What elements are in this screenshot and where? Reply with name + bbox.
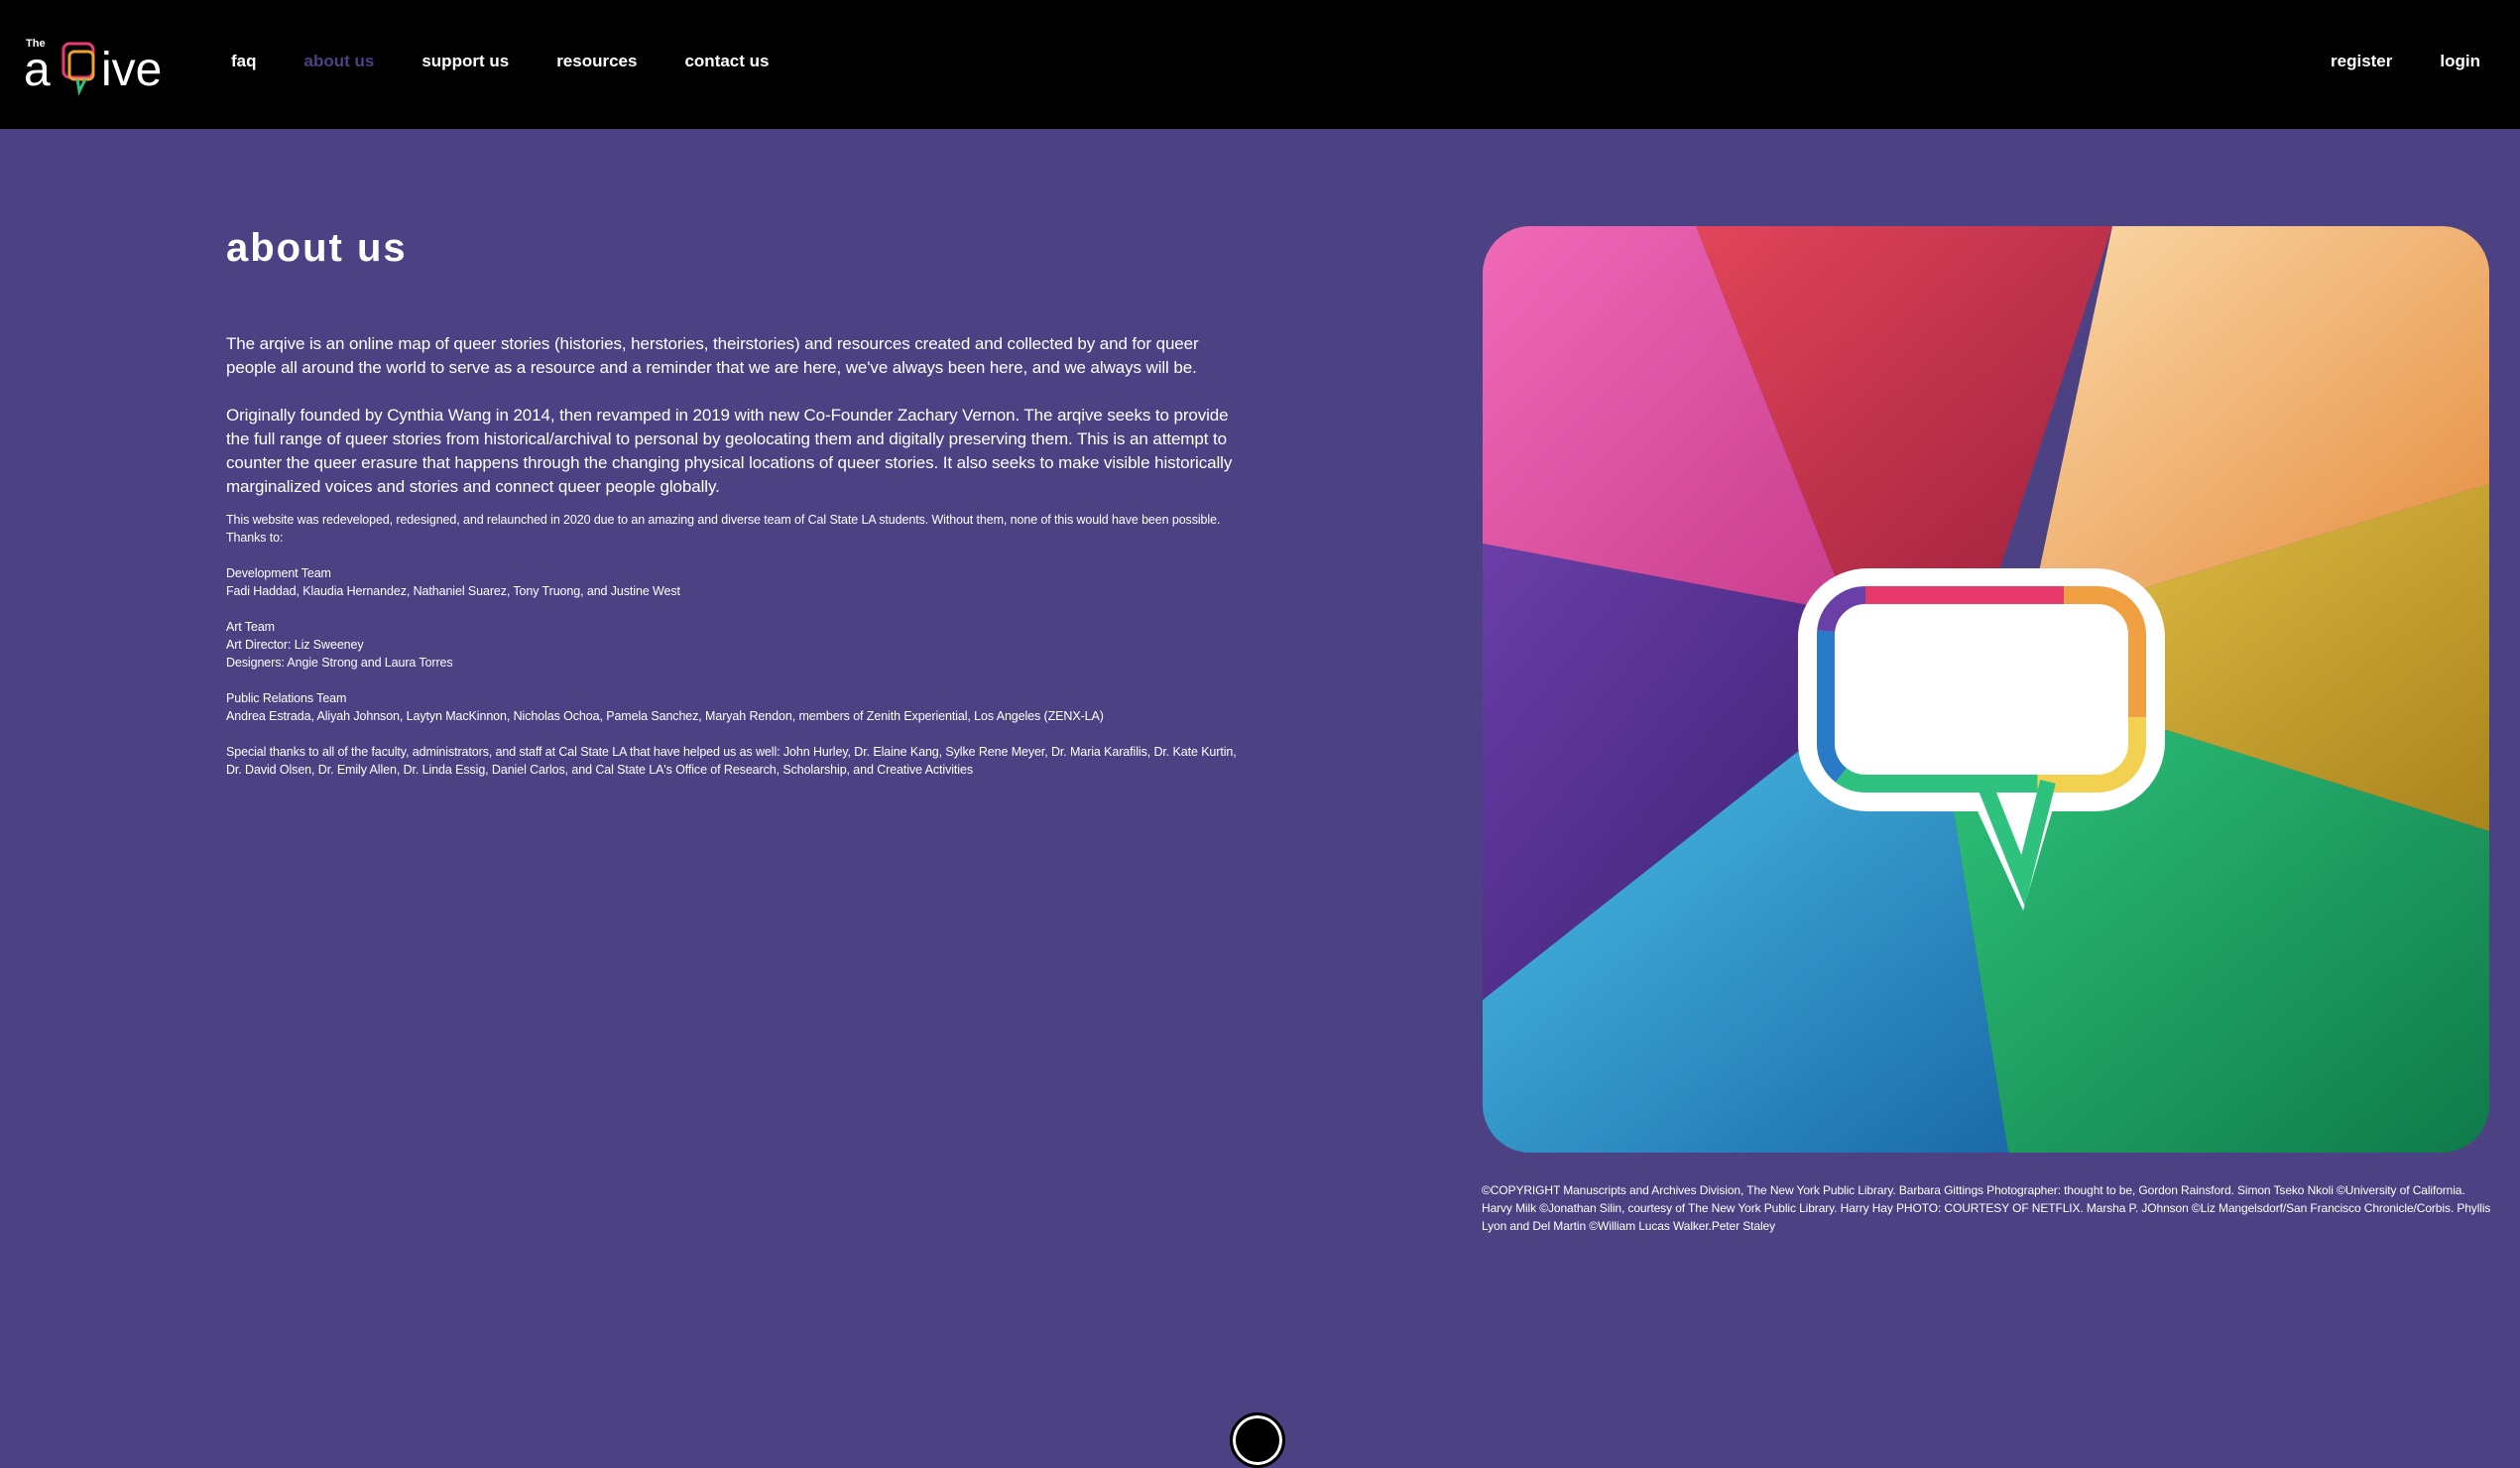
svg-text:a: a — [24, 44, 51, 96]
art-team-title: Art Team — [226, 620, 275, 634]
nav-contact-us[interactable]: contact us — [684, 52, 769, 71]
nav-about-us[interactable]: about us — [304, 52, 375, 71]
nav-faq[interactable]: faq — [231, 52, 257, 71]
page-title: about us — [226, 226, 408, 270]
pr-team-names: Andrea Estrada, Aliyah Johnson, Laytyn M… — [226, 709, 1104, 723]
nav-resources[interactable]: resources — [556, 52, 637, 71]
pr-team-title: Public Relations Team — [226, 691, 347, 705]
about-paragraph: The arqive is an online map of queer sto… — [226, 334, 1199, 377]
top-nav: The a ive faq about us support us resour… — [0, 0, 2520, 129]
designers: Designers: Angie Strong and Laura Torres — [226, 656, 453, 670]
logo-bubble-icon: a ive — [24, 42, 162, 96]
special-thanks: Special thanks to all of the faculty, ad… — [226, 745, 1237, 777]
svg-text:ive: ive — [101, 44, 162, 96]
credits-intro: This website was redeveloped, redesigned… — [226, 513, 1221, 545]
photo-credits-caption: ©COPYRIGHT Manuscripts and Archives Divi… — [1482, 1183, 2491, 1233]
about-content: The arqive is an online map of queer sto… — [226, 332, 1248, 796]
about-paragraph: Originally founded by Cynthia Wang in 20… — [226, 406, 1233, 496]
scroll-down-button[interactable] — [1230, 1412, 1285, 1468]
register-link[interactable]: register — [2331, 52, 2392, 71]
nav-support-us[interactable]: support us — [421, 52, 509, 71]
dev-team-title: Development Team — [226, 566, 331, 580]
hero-collage-image — [1483, 226, 2489, 1153]
login-link[interactable]: login — [2440, 52, 2480, 71]
art-director: Art Director: Liz Sweeney — [226, 638, 364, 652]
arqive-logo[interactable]: The a ive — [24, 36, 192, 96]
dev-team-names: Fadi Haddad, Klaudia Hernandez, Nathanie… — [226, 584, 680, 598]
